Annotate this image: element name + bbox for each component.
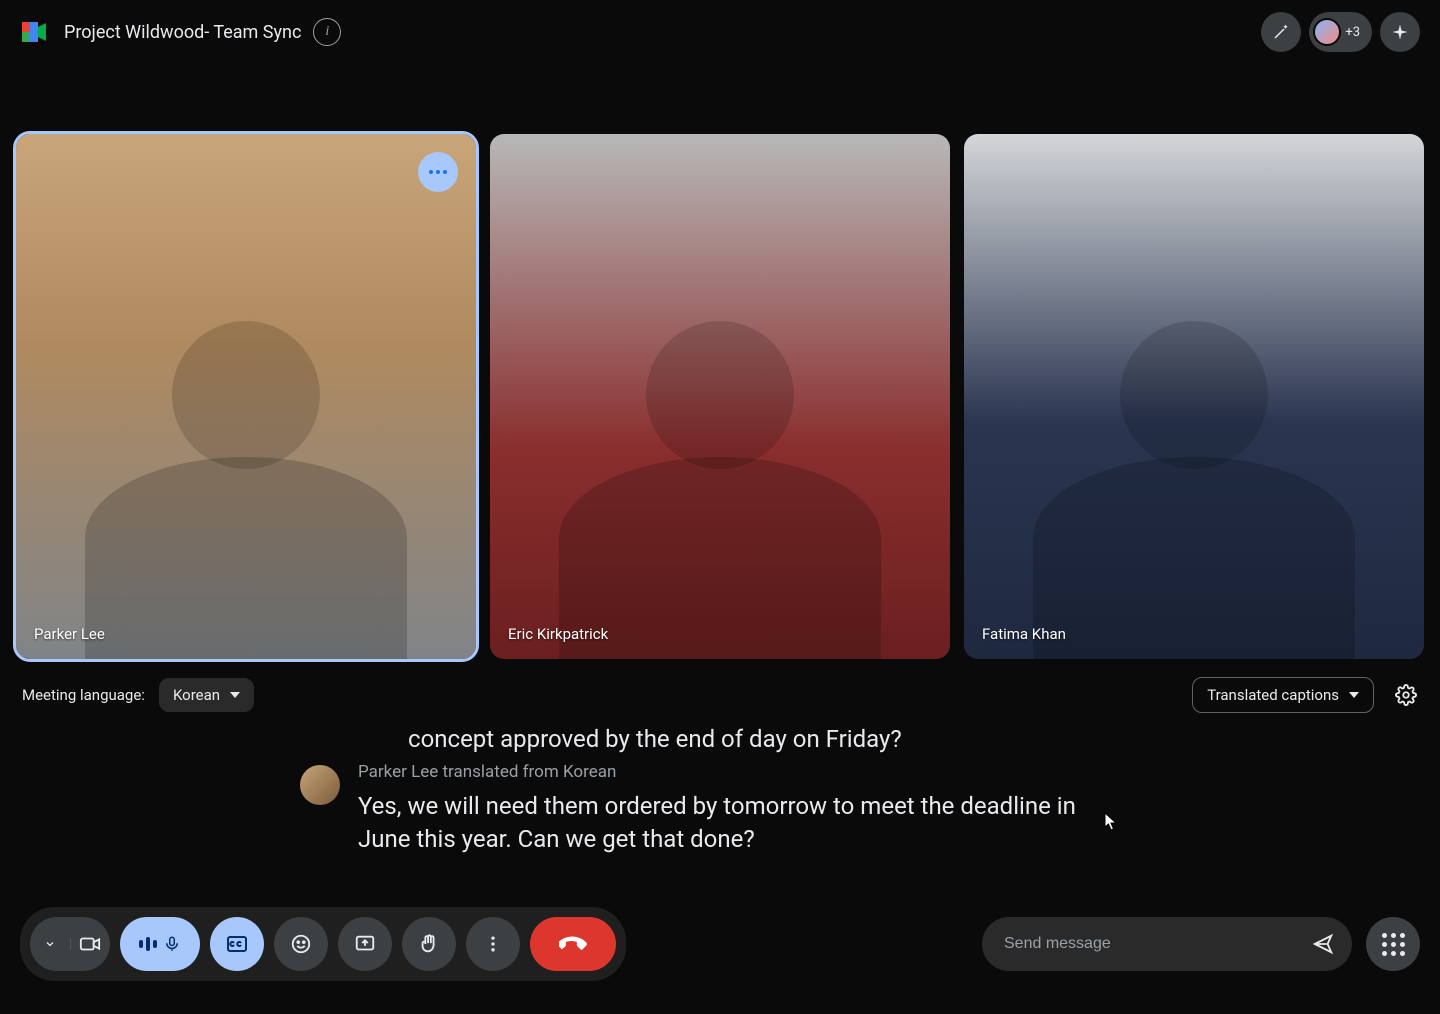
participant-name-label: Parker Lee xyxy=(34,625,105,643)
participants-overflow-button[interactable]: +3 xyxy=(1309,12,1372,52)
participant-name-label: Fatima Khan xyxy=(982,625,1066,643)
more-vertical-icon xyxy=(483,934,503,954)
participant-avatar-icon xyxy=(1313,18,1341,46)
participants-overflow-count: +3 xyxy=(1345,25,1360,40)
apps-grid-icon xyxy=(1382,933,1405,956)
raise-hand-button[interactable] xyxy=(402,917,456,971)
captions-icon xyxy=(225,932,249,956)
more-options-button[interactable] xyxy=(466,917,520,971)
present-icon xyxy=(354,933,376,955)
video-placeholder-icon xyxy=(559,292,881,660)
send-message-button[interactable] xyxy=(1312,933,1334,955)
camera-icon xyxy=(71,933,111,955)
video-tile-fatima[interactable]: Fatima Khan xyxy=(964,134,1424,659)
reactions-button[interactable] xyxy=(274,917,328,971)
meeting-language-label: Meeting language: xyxy=(22,686,145,704)
captions-area: concept approved by the end of day on Fr… xyxy=(0,713,1440,855)
message-input[interactable] xyxy=(1004,935,1302,953)
end-call-button[interactable] xyxy=(530,917,616,971)
caption-previous-line: concept approved by the end of day on Fr… xyxy=(408,723,1320,755)
caption-speaker-avatar-icon xyxy=(300,765,340,805)
header-bar: Project Wildwood- Team Sync i +3 xyxy=(0,0,1440,64)
video-grid: Parker Lee Eric Kirkpatrick Fatima Khan xyxy=(0,64,1440,659)
camera-toggle-button[interactable] xyxy=(30,917,110,971)
meeting-info-button[interactable]: i xyxy=(313,18,341,46)
meet-logo-icon xyxy=(20,18,48,46)
chevron-down-icon xyxy=(1349,692,1359,698)
call-controls-cluster xyxy=(20,907,626,981)
meeting-language-dropdown[interactable]: Korean xyxy=(159,678,254,712)
caption-text: Yes, we will need them ordered by tomorr… xyxy=(358,790,1078,855)
video-placeholder-icon xyxy=(85,292,407,660)
hand-icon xyxy=(418,933,440,955)
translated-captions-label: Translated captions xyxy=(1207,686,1339,704)
bottom-toolbar xyxy=(0,894,1440,1014)
meeting-language-value: Korean xyxy=(173,686,220,704)
message-compose xyxy=(982,917,1352,971)
magic-wand-button[interactable] xyxy=(1261,12,1301,52)
caption-speaker-meta: Parker Lee translated from Korean xyxy=(358,761,1078,784)
captions-settings-row: Meeting language: Korean Translated capt… xyxy=(0,659,1440,713)
chevron-down-icon xyxy=(230,692,240,698)
sparkle-ai-button[interactable] xyxy=(1380,12,1420,52)
video-tile-eric[interactable]: Eric Kirkpatrick xyxy=(490,134,950,659)
meeting-title: Project Wildwood- Team Sync xyxy=(64,22,301,43)
camera-options-chevron[interactable] xyxy=(30,938,71,950)
emoji-icon xyxy=(290,933,312,955)
apps-grid-button[interactable] xyxy=(1366,917,1420,971)
sound-wave-icon xyxy=(139,937,157,951)
translated-captions-dropdown[interactable]: Translated captions xyxy=(1192,677,1374,713)
participant-name-label: Eric Kirkpatrick xyxy=(508,625,608,643)
video-tile-parker[interactable]: Parker Lee xyxy=(16,134,476,659)
video-placeholder-icon xyxy=(1033,292,1355,660)
tile-options-button[interactable] xyxy=(418,152,458,192)
send-icon xyxy=(1312,933,1334,955)
audio-active-button[interactable] xyxy=(120,917,200,971)
mic-icon xyxy=(163,935,181,953)
present-screen-button[interactable] xyxy=(338,917,392,971)
hangup-icon xyxy=(559,930,587,958)
captions-settings-button[interactable] xyxy=(1394,683,1418,707)
captions-toggle-button[interactable] xyxy=(210,917,264,971)
